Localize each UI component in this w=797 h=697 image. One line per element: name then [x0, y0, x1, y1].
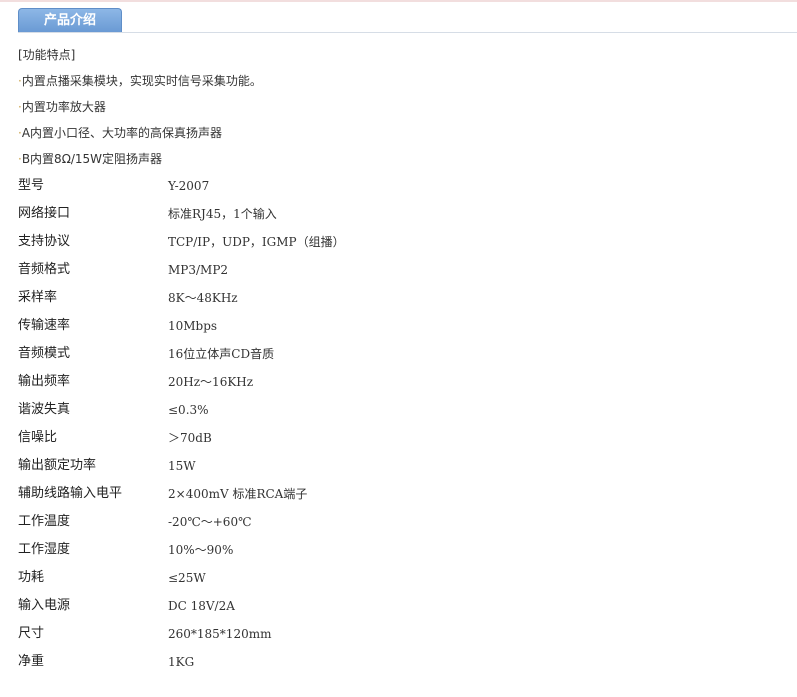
spec-row: 工作湿度 10%～90% [18, 536, 788, 564]
spec-value: 20Hz～16KHz [168, 375, 254, 389]
spec-label: 型号 [18, 178, 45, 193]
spec-row: 网络接口 标准RJ45，1个输入 [18, 200, 788, 228]
spec-row: 音频模式 16位立体声CD音质 [18, 340, 788, 368]
tab-bar: 产品介绍 [18, 8, 797, 33]
spec-row: 音频格式 MP3/MP2 [18, 256, 788, 284]
spec-row: 功耗 ≤25W [18, 564, 788, 592]
spec-value: 260*185*120mm [168, 627, 272, 641]
spec-value: -20℃～+60℃ [168, 515, 252, 529]
spec-label: 传输速率 [18, 318, 71, 333]
spec-row: 工作温度 -20℃～+60℃ [18, 508, 788, 536]
spec-value: ≤25W [168, 571, 206, 585]
spec-value: Y-2007 [168, 179, 210, 193]
tab-product-intro[interactable]: 产品介绍 [18, 8, 122, 32]
spec-label: 辅助线路输入电平 [18, 486, 123, 501]
spec-value: 标准RJ45，1个输入 [168, 207, 277, 221]
feature-item: ·A内置小口径、大功率的高保真扬声器 [18, 120, 788, 146]
spec-value: ＞70dB [168, 431, 212, 445]
features-heading: [功能特点] [18, 48, 76, 62]
product-description: [功能特点] ·内置点播采集模块，实现实时信号采集功能。 ·内置功率放大器 ·A… [18, 42, 788, 676]
spec-label: 输出频率 [18, 374, 71, 389]
spec-value: 10Mbps [168, 319, 218, 333]
spec-value: MP3/MP2 [168, 263, 229, 277]
feature-item: ·B内置8Ω/15W定阻扬声器 [18, 146, 788, 172]
feature-text: B内置8Ω/15W定阻扬声器 [21, 152, 163, 166]
spec-value: 16位立体声CD音质 [168, 347, 275, 361]
spec-label: 网络接口 [18, 206, 71, 221]
spec-label: 音频格式 [18, 262, 71, 277]
spec-label: 功耗 [18, 570, 45, 585]
feature-text: 内置功率放大器 [21, 100, 106, 114]
spec-row: 输出频率 20Hz～16KHz [18, 368, 788, 396]
spec-row: 采样率 8K～48KHz [18, 284, 788, 312]
spec-value: 10%～90% [168, 543, 234, 557]
spec-value: ≤0.3% [168, 403, 209, 417]
spec-row: 净重 1KG [18, 648, 788, 676]
spec-table: 型号 Y-2007 网络接口 标准RJ45，1个输入 支持协议 TCP/IP，UDP，… [18, 172, 788, 676]
spec-label: 工作温度 [18, 514, 71, 529]
spec-label: 输出额定功率 [18, 458, 97, 473]
spec-label: 输入电源 [18, 598, 71, 613]
feature-text: 内置点播采集模块，实现实时信号采集功能。 [21, 74, 262, 88]
spec-row: 型号 Y-2007 [18, 172, 788, 200]
top-divider [0, 0, 797, 2]
spec-value: 2×400mV 标准RCA端子 [168, 487, 308, 501]
spec-label: 音频模式 [18, 346, 71, 361]
spec-row: 谐波失真 ≤0.3% [18, 396, 788, 424]
feature-text: A内置小口径、大功率的高保真扬声器 [21, 126, 223, 140]
spec-value: 8K～48KHz [168, 291, 238, 305]
spec-row: 输出额定功率 15W [18, 452, 788, 480]
spec-label: 支持协议 [18, 234, 71, 249]
spec-label: 信噪比 [18, 430, 58, 445]
feature-item: ·内置点播采集模块，实现实时信号采集功能。 [18, 68, 788, 94]
spec-value: 1KG [168, 655, 195, 669]
spec-label: 净重 [18, 654, 45, 669]
spec-value: TCP/IP，UDP，IGMP（组播） [168, 235, 345, 249]
spec-value: DC 18V/2A [168, 599, 235, 613]
spec-row: 辅助线路输入电平 2×400mV 标准RCA端子 [18, 480, 788, 508]
spec-row: 支持协议 TCP/IP，UDP，IGMP（组播） [18, 228, 788, 256]
spec-label: 工作湿度 [18, 542, 71, 557]
spec-row: 尺寸 260*185*120mm [18, 620, 788, 648]
spec-label: 尺寸 [18, 626, 45, 641]
feature-item: ·内置功率放大器 [18, 94, 788, 120]
spec-row: 输入电源 DC 18V/2A [18, 592, 788, 620]
spec-label: 采样率 [18, 290, 58, 305]
spec-label: 谐波失真 [18, 402, 71, 417]
spec-row: 传输速率 10Mbps [18, 312, 788, 340]
spec-row: 信噪比 ＞70dB [18, 424, 788, 452]
spec-value: 15W [168, 459, 196, 473]
